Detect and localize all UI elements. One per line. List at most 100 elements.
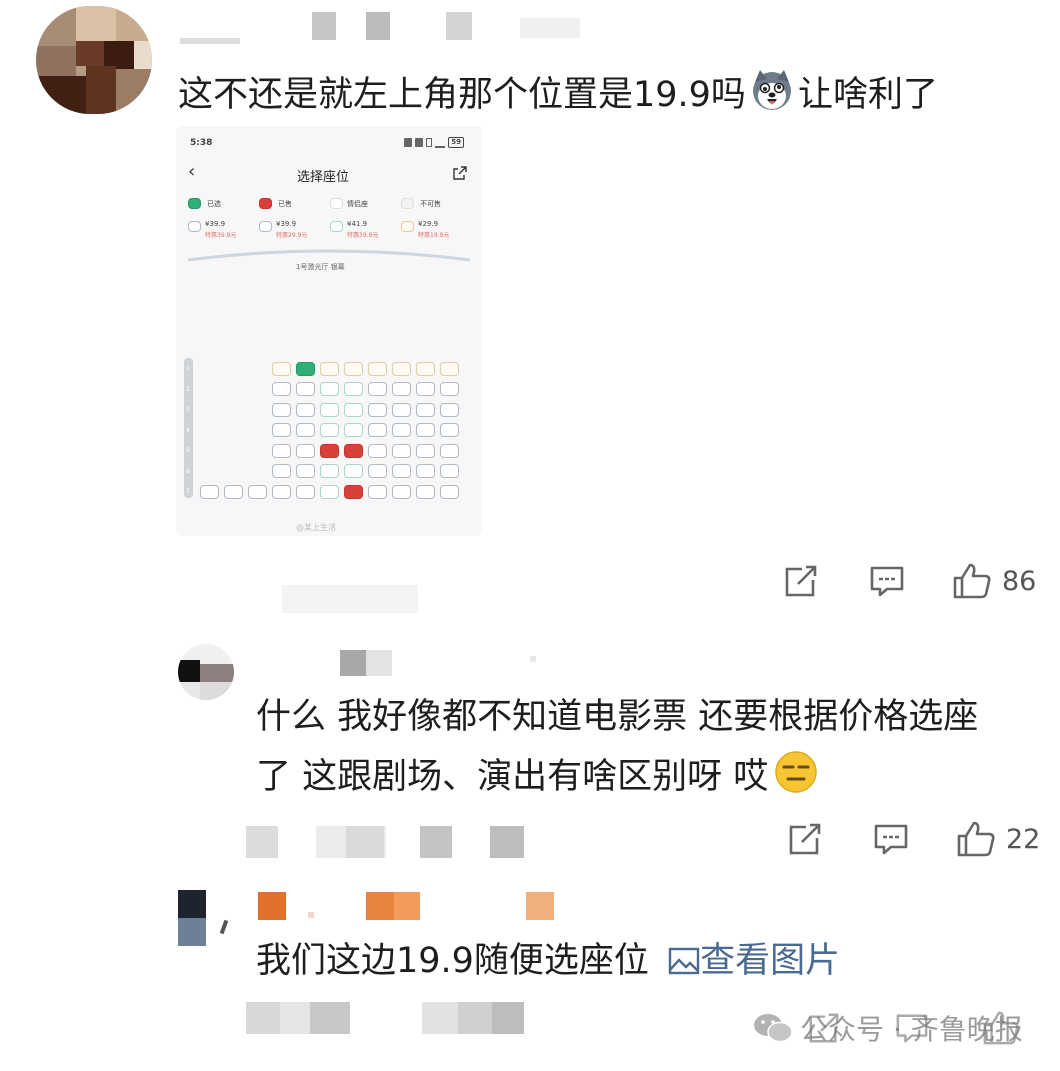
legend-sold: 已售	[278, 200, 292, 208]
seat[interactable]	[368, 464, 387, 478]
avatar[interactable]	[178, 890, 234, 946]
seat[interactable]	[344, 423, 363, 437]
seat[interactable]	[344, 485, 363, 499]
seat[interactable]	[440, 423, 459, 437]
seat[interactable]	[320, 403, 339, 417]
husky-dog-emoji	[750, 68, 794, 124]
seat[interactable]	[320, 485, 339, 499]
seat[interactable]	[320, 423, 339, 437]
seat[interactable]	[368, 382, 387, 396]
comment-3: 我们这边19.9随便选座位 查看图片 公众号 · 齐鲁晚报	[0, 880, 1060, 1071]
seat[interactable]	[440, 464, 459, 478]
seat[interactable]	[272, 423, 291, 437]
like-count: 22	[1006, 823, 1041, 855]
row-number: 7	[186, 488, 190, 495]
seat[interactable]	[200, 485, 219, 499]
avatar[interactable]	[178, 644, 234, 700]
seat[interactable]	[272, 382, 291, 396]
repost-icon[interactable]	[782, 563, 820, 599]
seat[interactable]	[296, 485, 315, 499]
price-tier: ¥41.9	[347, 220, 368, 228]
seat[interactable]	[440, 362, 459, 376]
seat[interactable]	[320, 444, 339, 458]
view-image-link[interactable]: 查看图片	[668, 941, 840, 981]
seat[interactable]	[440, 485, 459, 499]
seat[interactable]	[416, 464, 435, 478]
comment-2-actions: 22	[786, 820, 1040, 858]
legend-couple-swatch	[330, 198, 343, 209]
repost-icon[interactable]	[786, 821, 824, 857]
seat[interactable]	[416, 382, 435, 396]
seat[interactable]	[248, 485, 267, 499]
seat[interactable]	[320, 382, 339, 396]
seat[interactable]	[272, 485, 291, 499]
like-count: 86	[1002, 565, 1037, 597]
seat[interactable]	[440, 382, 459, 396]
attached-screenshot[interactable]: 5:38 59 ‹ 选择座位 已选 已售 情侣座 不可售 ¥39.9 特惠39.…	[176, 126, 482, 536]
view-image-label: 查看图片	[700, 941, 841, 981]
price-special: 特惠29.9元	[276, 232, 308, 239]
share-icon[interactable]	[453, 166, 467, 183]
seat[interactable]	[296, 382, 315, 396]
seat[interactable]	[344, 444, 363, 458]
seat[interactable]	[416, 485, 435, 499]
price-special: 特惠19.9元	[418, 232, 450, 239]
seat[interactable]	[392, 464, 411, 478]
seat[interactable]	[440, 403, 459, 417]
row-number: 2	[186, 385, 190, 393]
comment-2: 什么 我好像都不知道电影票 还要根据价格选座 了 这跟剧场、演出有啥区别呀 哎 …	[0, 630, 1060, 870]
reply-icon[interactable]	[868, 563, 906, 599]
seat[interactable]	[392, 382, 411, 396]
watermark-text: 公众号 · 齐鲁晚报	[800, 1013, 1023, 1046]
legend-selected: 已选	[207, 200, 221, 208]
seat[interactable]	[416, 403, 435, 417]
username-redacted[interactable]	[340, 650, 540, 680]
seat[interactable]	[368, 485, 387, 499]
row-number: 4	[186, 426, 190, 434]
seat[interactable]	[416, 423, 435, 437]
seat[interactable]	[296, 403, 315, 417]
legend-unavailable: 不可售	[420, 200, 441, 208]
seat[interactable]	[344, 403, 363, 417]
meta-redacted	[246, 826, 546, 860]
back-icon[interactable]: ‹	[188, 161, 195, 182]
avatar[interactable]	[36, 6, 152, 114]
seat[interactable]	[368, 362, 387, 376]
seat[interactable]	[368, 444, 387, 458]
username-redacted[interactable]	[180, 8, 600, 48]
seat[interactable]	[440, 444, 459, 458]
seat[interactable]	[392, 362, 411, 376]
seat[interactable]	[272, 403, 291, 417]
price-special: 特惠39.9元	[347, 232, 379, 239]
seat[interactable]	[296, 362, 315, 376]
reply-icon[interactable]	[872, 821, 910, 857]
seat[interactable]	[272, 464, 291, 478]
seat[interactable]	[392, 485, 411, 499]
seat[interactable]	[344, 464, 363, 478]
seat[interactable]	[416, 444, 435, 458]
image-icon	[668, 947, 700, 975]
seat[interactable]	[392, 444, 411, 458]
seat[interactable]	[392, 423, 411, 437]
seat[interactable]	[368, 403, 387, 417]
seat[interactable]	[272, 444, 291, 458]
seat[interactable]	[344, 382, 363, 396]
seat[interactable]	[272, 362, 291, 376]
seat[interactable]	[344, 362, 363, 376]
hall-label: 1号激光厅 银幕	[296, 263, 345, 271]
seat[interactable]	[296, 444, 315, 458]
seat[interactable]	[224, 485, 243, 499]
price-swatch	[401, 221, 414, 232]
seat[interactable]	[296, 423, 315, 437]
comment-text-line-2: 了 这跟剧场、演出有啥区别呀 哎	[256, 750, 818, 806]
seat[interactable]	[320, 362, 339, 376]
seat[interactable]	[392, 403, 411, 417]
like-icon[interactable]	[952, 562, 992, 600]
seat[interactable]	[416, 362, 435, 376]
username-redacted[interactable]	[258, 892, 558, 922]
seat[interactable]	[368, 423, 387, 437]
like-icon[interactable]	[956, 820, 996, 858]
row-number: 5	[186, 447, 190, 454]
seat[interactable]	[296, 464, 315, 478]
seat[interactable]	[320, 464, 339, 478]
